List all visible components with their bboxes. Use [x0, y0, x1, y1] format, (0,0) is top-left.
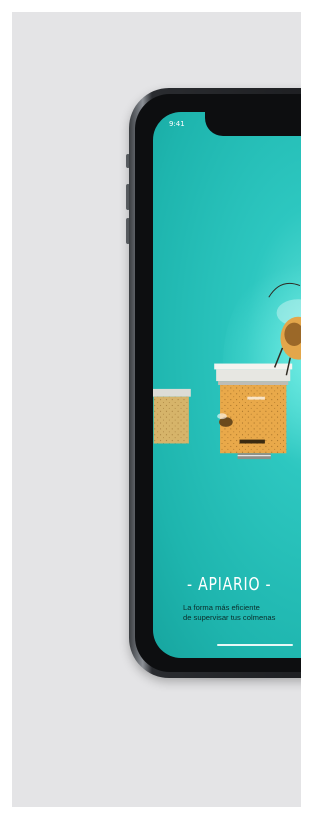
main-hive-icon [214, 363, 293, 460]
mockup-background: 9:41 - APIARIO - La forma más eficiente … [12, 12, 301, 807]
left-hive-icon [153, 388, 191, 444]
app-tagline: La forma más eficiente de supervisar tus… [183, 603, 301, 623]
bee-icon [268, 282, 301, 376]
phone-frame: 9:41 - APIARIO - La forma más eficiente … [129, 88, 301, 678]
app-title: - APIARIO - [187, 574, 272, 595]
app-screen: 9:41 - APIARIO - La forma más eficiente … [153, 112, 301, 658]
tagline-line-2: de supervisar tus colmenas [183, 613, 276, 622]
swipe-indicator[interactable] [217, 644, 293, 646]
phone-bezel: 9:41 - APIARIO - La forma más eficiente … [135, 94, 301, 672]
tagline-line-1: La forma más eficiente [183, 603, 260, 612]
